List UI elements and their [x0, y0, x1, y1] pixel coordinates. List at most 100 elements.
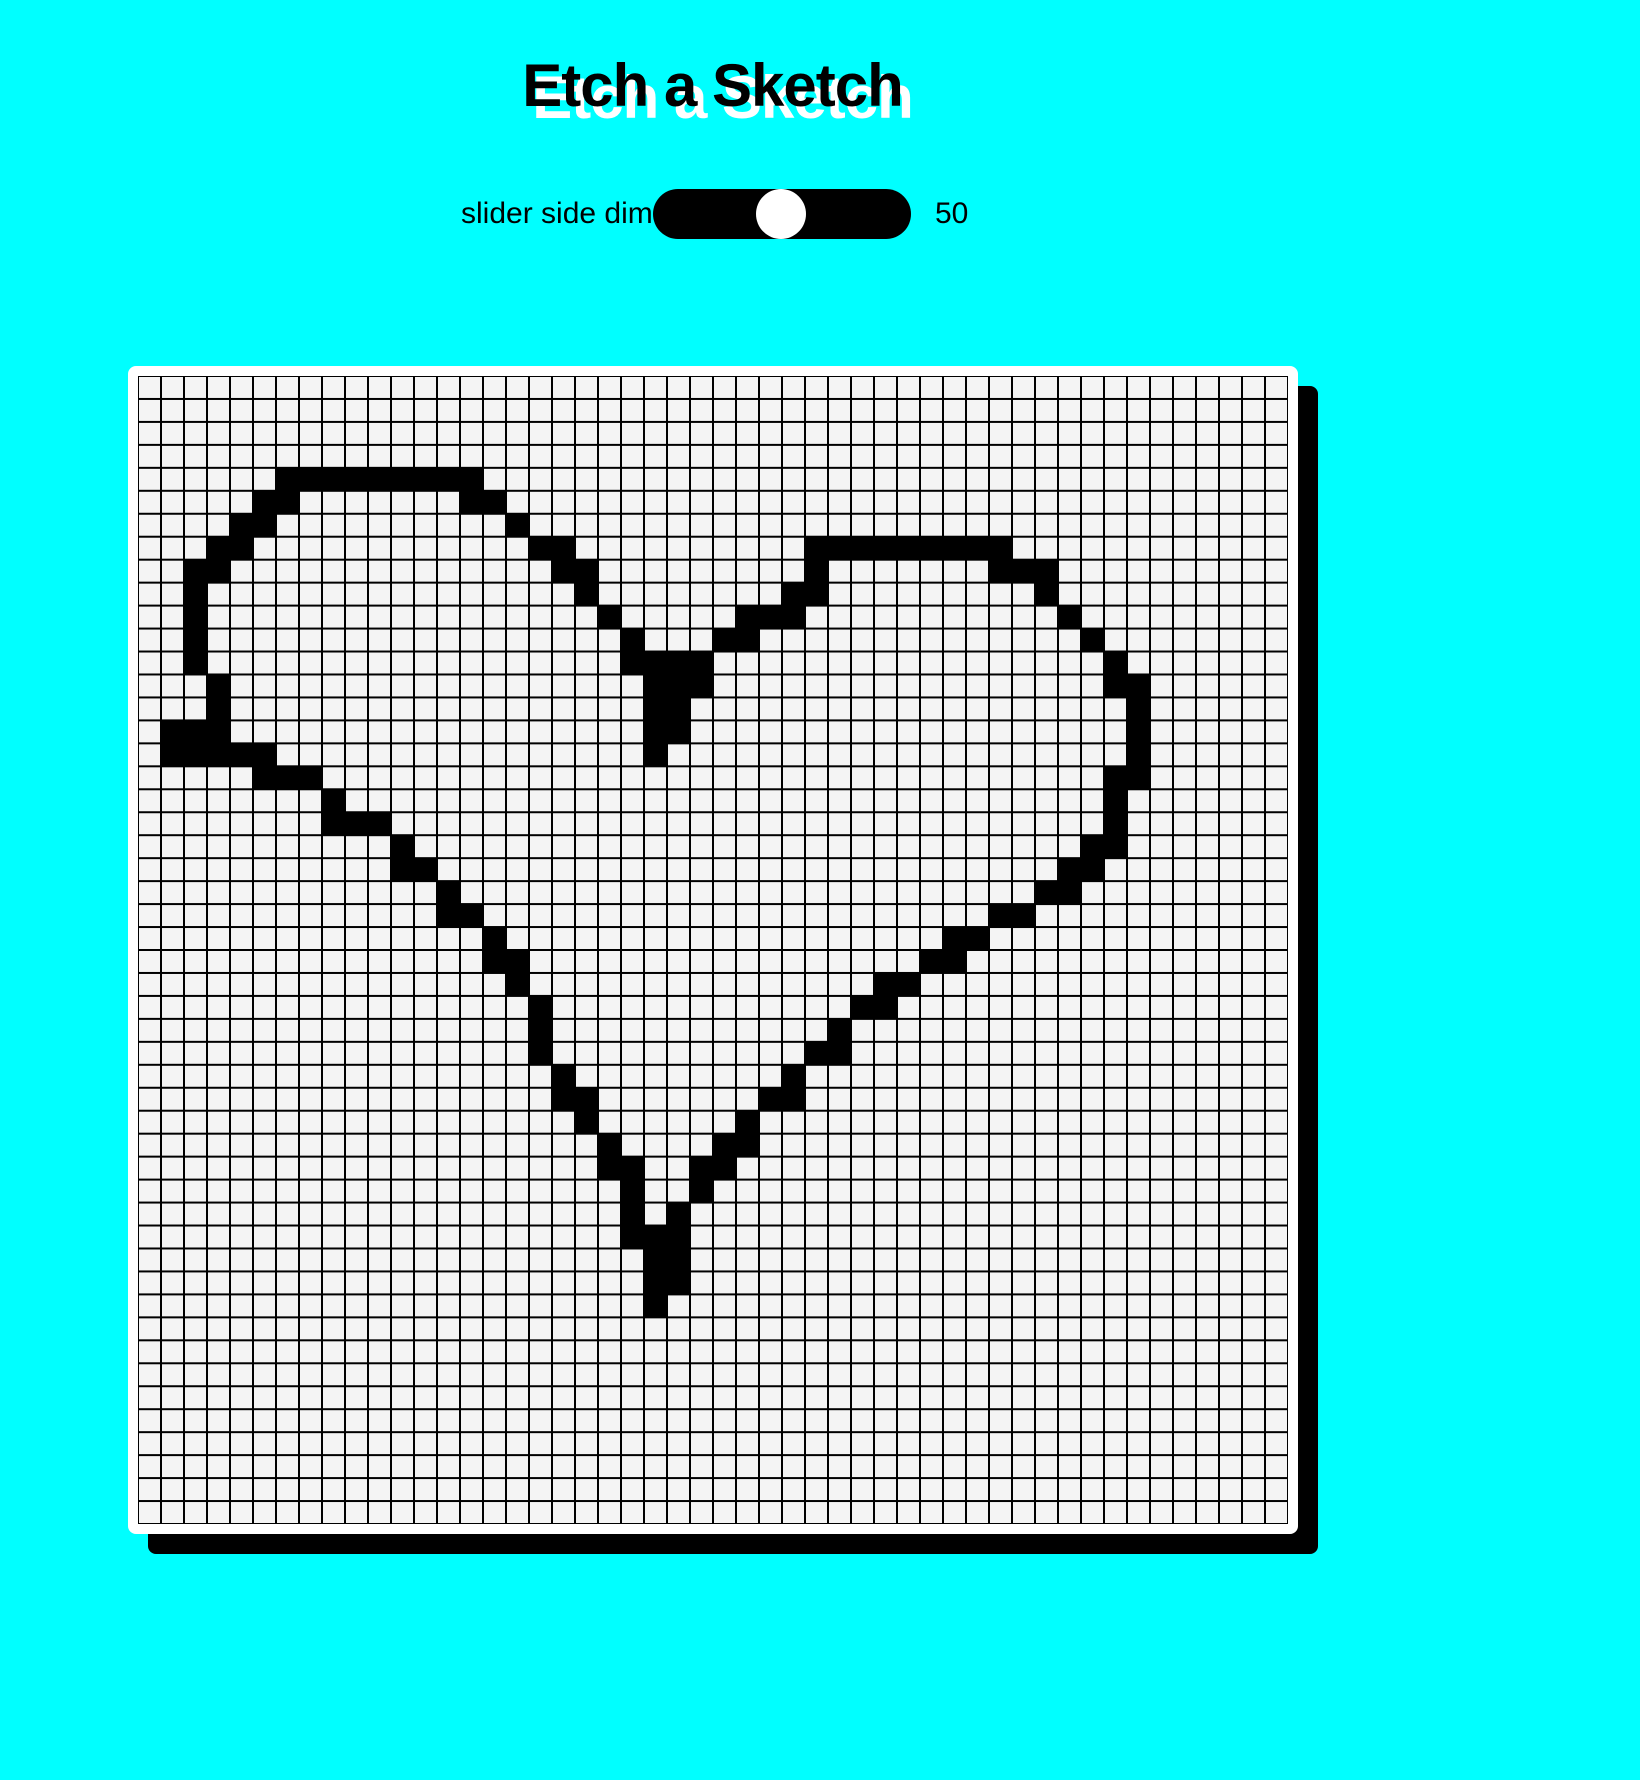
grid-cell[interactable]	[553, 377, 574, 398]
grid-cell[interactable]	[737, 468, 758, 490]
grid-cell[interactable]	[300, 399, 321, 421]
grid-cell[interactable]	[438, 973, 459, 995]
grid-cell[interactable]	[1059, 377, 1080, 398]
grid-cell[interactable]	[507, 1019, 528, 1041]
grid-cell[interactable]	[691, 606, 712, 628]
grid-cell[interactable]	[530, 973, 551, 995]
grid-cell[interactable]	[829, 951, 850, 972]
grid-cell-filled[interactable]	[714, 1134, 735, 1156]
grid-cell[interactable]	[921, 721, 942, 743]
grid-cell[interactable]	[737, 721, 758, 743]
grid-cell[interactable]	[691, 491, 712, 513]
grid-cell[interactable]	[599, 399, 620, 421]
grid-cell[interactable]	[1243, 1318, 1264, 1340]
grid-cell[interactable]	[1151, 399, 1172, 421]
grid-cell[interactable]	[415, 1502, 436, 1523]
grid-cell[interactable]	[737, 1019, 758, 1041]
grid-cell[interactable]	[208, 514, 229, 536]
grid-cell[interactable]	[162, 996, 183, 1018]
grid-cell-filled[interactable]	[668, 1272, 689, 1294]
grid-cell[interactable]	[300, 1433, 321, 1455]
grid-cell[interactable]	[645, 560, 666, 582]
grid-cell[interactable]	[599, 1111, 620, 1133]
grid-cell[interactable]	[944, 1088, 965, 1110]
grid-cell[interactable]	[967, 1249, 988, 1271]
grid-cell[interactable]	[898, 882, 919, 904]
grid-cell[interactable]	[576, 1249, 597, 1271]
grid-cell[interactable]	[1220, 859, 1241, 881]
grid-cell[interactable]	[1013, 422, 1034, 444]
grid-cell[interactable]	[415, 767, 436, 789]
grid-cell[interactable]	[1036, 1364, 1057, 1386]
grid-cell[interactable]	[369, 1134, 390, 1156]
grid-cell[interactable]	[208, 951, 229, 972]
grid-cell[interactable]	[852, 445, 873, 467]
grid-cell[interactable]	[875, 468, 896, 490]
grid-cell[interactable]	[484, 1226, 505, 1248]
grid-cell[interactable]	[185, 882, 206, 904]
grid-cell[interactable]	[875, 928, 896, 949]
grid-cell[interactable]	[1151, 629, 1172, 651]
grid-cell[interactable]	[1082, 1249, 1103, 1271]
grid-cell[interactable]	[967, 445, 988, 467]
grid-cell[interactable]	[898, 928, 919, 949]
grid-cell[interactable]	[645, 996, 666, 1018]
grid-cell[interactable]	[415, 491, 436, 513]
grid-cell[interactable]	[1105, 583, 1126, 605]
grid-cell[interactable]	[691, 836, 712, 858]
grid-cell[interactable]	[346, 1364, 367, 1386]
grid-cell[interactable]	[737, 1088, 758, 1110]
grid-cell[interactable]	[461, 1456, 482, 1478]
grid-cell[interactable]	[507, 859, 528, 881]
grid-cell[interactable]	[576, 1226, 597, 1248]
grid-cell[interactable]	[622, 468, 643, 490]
grid-cell[interactable]	[967, 422, 988, 444]
grid-cell[interactable]	[1266, 399, 1287, 421]
grid-cell[interactable]	[162, 560, 183, 582]
grid-cell-filled[interactable]	[668, 1249, 689, 1271]
grid-cell[interactable]	[1174, 1341, 1195, 1363]
grid-cell[interactable]	[553, 606, 574, 628]
grid-cell[interactable]	[576, 514, 597, 536]
grid-cell[interactable]	[300, 698, 321, 720]
grid-cell[interactable]	[967, 1019, 988, 1041]
grid-cell[interactable]	[254, 1019, 275, 1041]
grid-cell[interactable]	[1197, 721, 1218, 743]
grid-cell[interactable]	[392, 1410, 413, 1432]
grid-cell[interactable]	[461, 1019, 482, 1041]
grid-cell[interactable]	[1105, 859, 1126, 881]
grid-cell[interactable]	[829, 1364, 850, 1386]
grid-cell[interactable]	[760, 1203, 781, 1225]
grid-cell[interactable]	[254, 1502, 275, 1523]
grid-cell[interactable]	[875, 1295, 896, 1317]
grid-cell[interactable]	[415, 606, 436, 628]
grid-cell[interactable]	[737, 973, 758, 995]
grid-cell[interactable]	[231, 675, 252, 697]
grid-cell[interactable]	[806, 1479, 827, 1501]
grid-cell[interactable]	[1243, 744, 1264, 766]
grid-cell[interactable]	[1082, 1433, 1103, 1455]
grid-cell[interactable]	[1105, 1410, 1126, 1432]
grid-cell[interactable]	[254, 1433, 275, 1455]
grid-cell[interactable]	[1197, 813, 1218, 835]
grid-cell[interactable]	[783, 1111, 804, 1133]
grid-cell[interactable]	[760, 675, 781, 697]
grid-cell[interactable]	[323, 1042, 344, 1064]
grid-cell[interactable]	[323, 996, 344, 1018]
grid-cell[interactable]	[1220, 1065, 1241, 1087]
grid-cell[interactable]	[530, 1134, 551, 1156]
grid-cell[interactable]	[1220, 1410, 1241, 1432]
grid-cell-filled[interactable]	[875, 973, 896, 995]
grid-cell[interactable]	[1105, 377, 1126, 398]
grid-cell[interactable]	[806, 836, 827, 858]
grid-cell[interactable]	[1151, 1065, 1172, 1087]
grid-cell[interactable]	[1266, 744, 1287, 766]
grid-cell[interactable]	[254, 951, 275, 972]
grid-cell[interactable]	[921, 1065, 942, 1087]
grid-cell[interactable]	[1128, 399, 1149, 421]
grid-cell[interactable]	[599, 1065, 620, 1087]
grid-cell[interactable]	[185, 468, 206, 490]
grid-cell[interactable]	[461, 445, 482, 467]
grid-cell[interactable]	[1243, 377, 1264, 398]
grid-cell[interactable]	[392, 1456, 413, 1478]
